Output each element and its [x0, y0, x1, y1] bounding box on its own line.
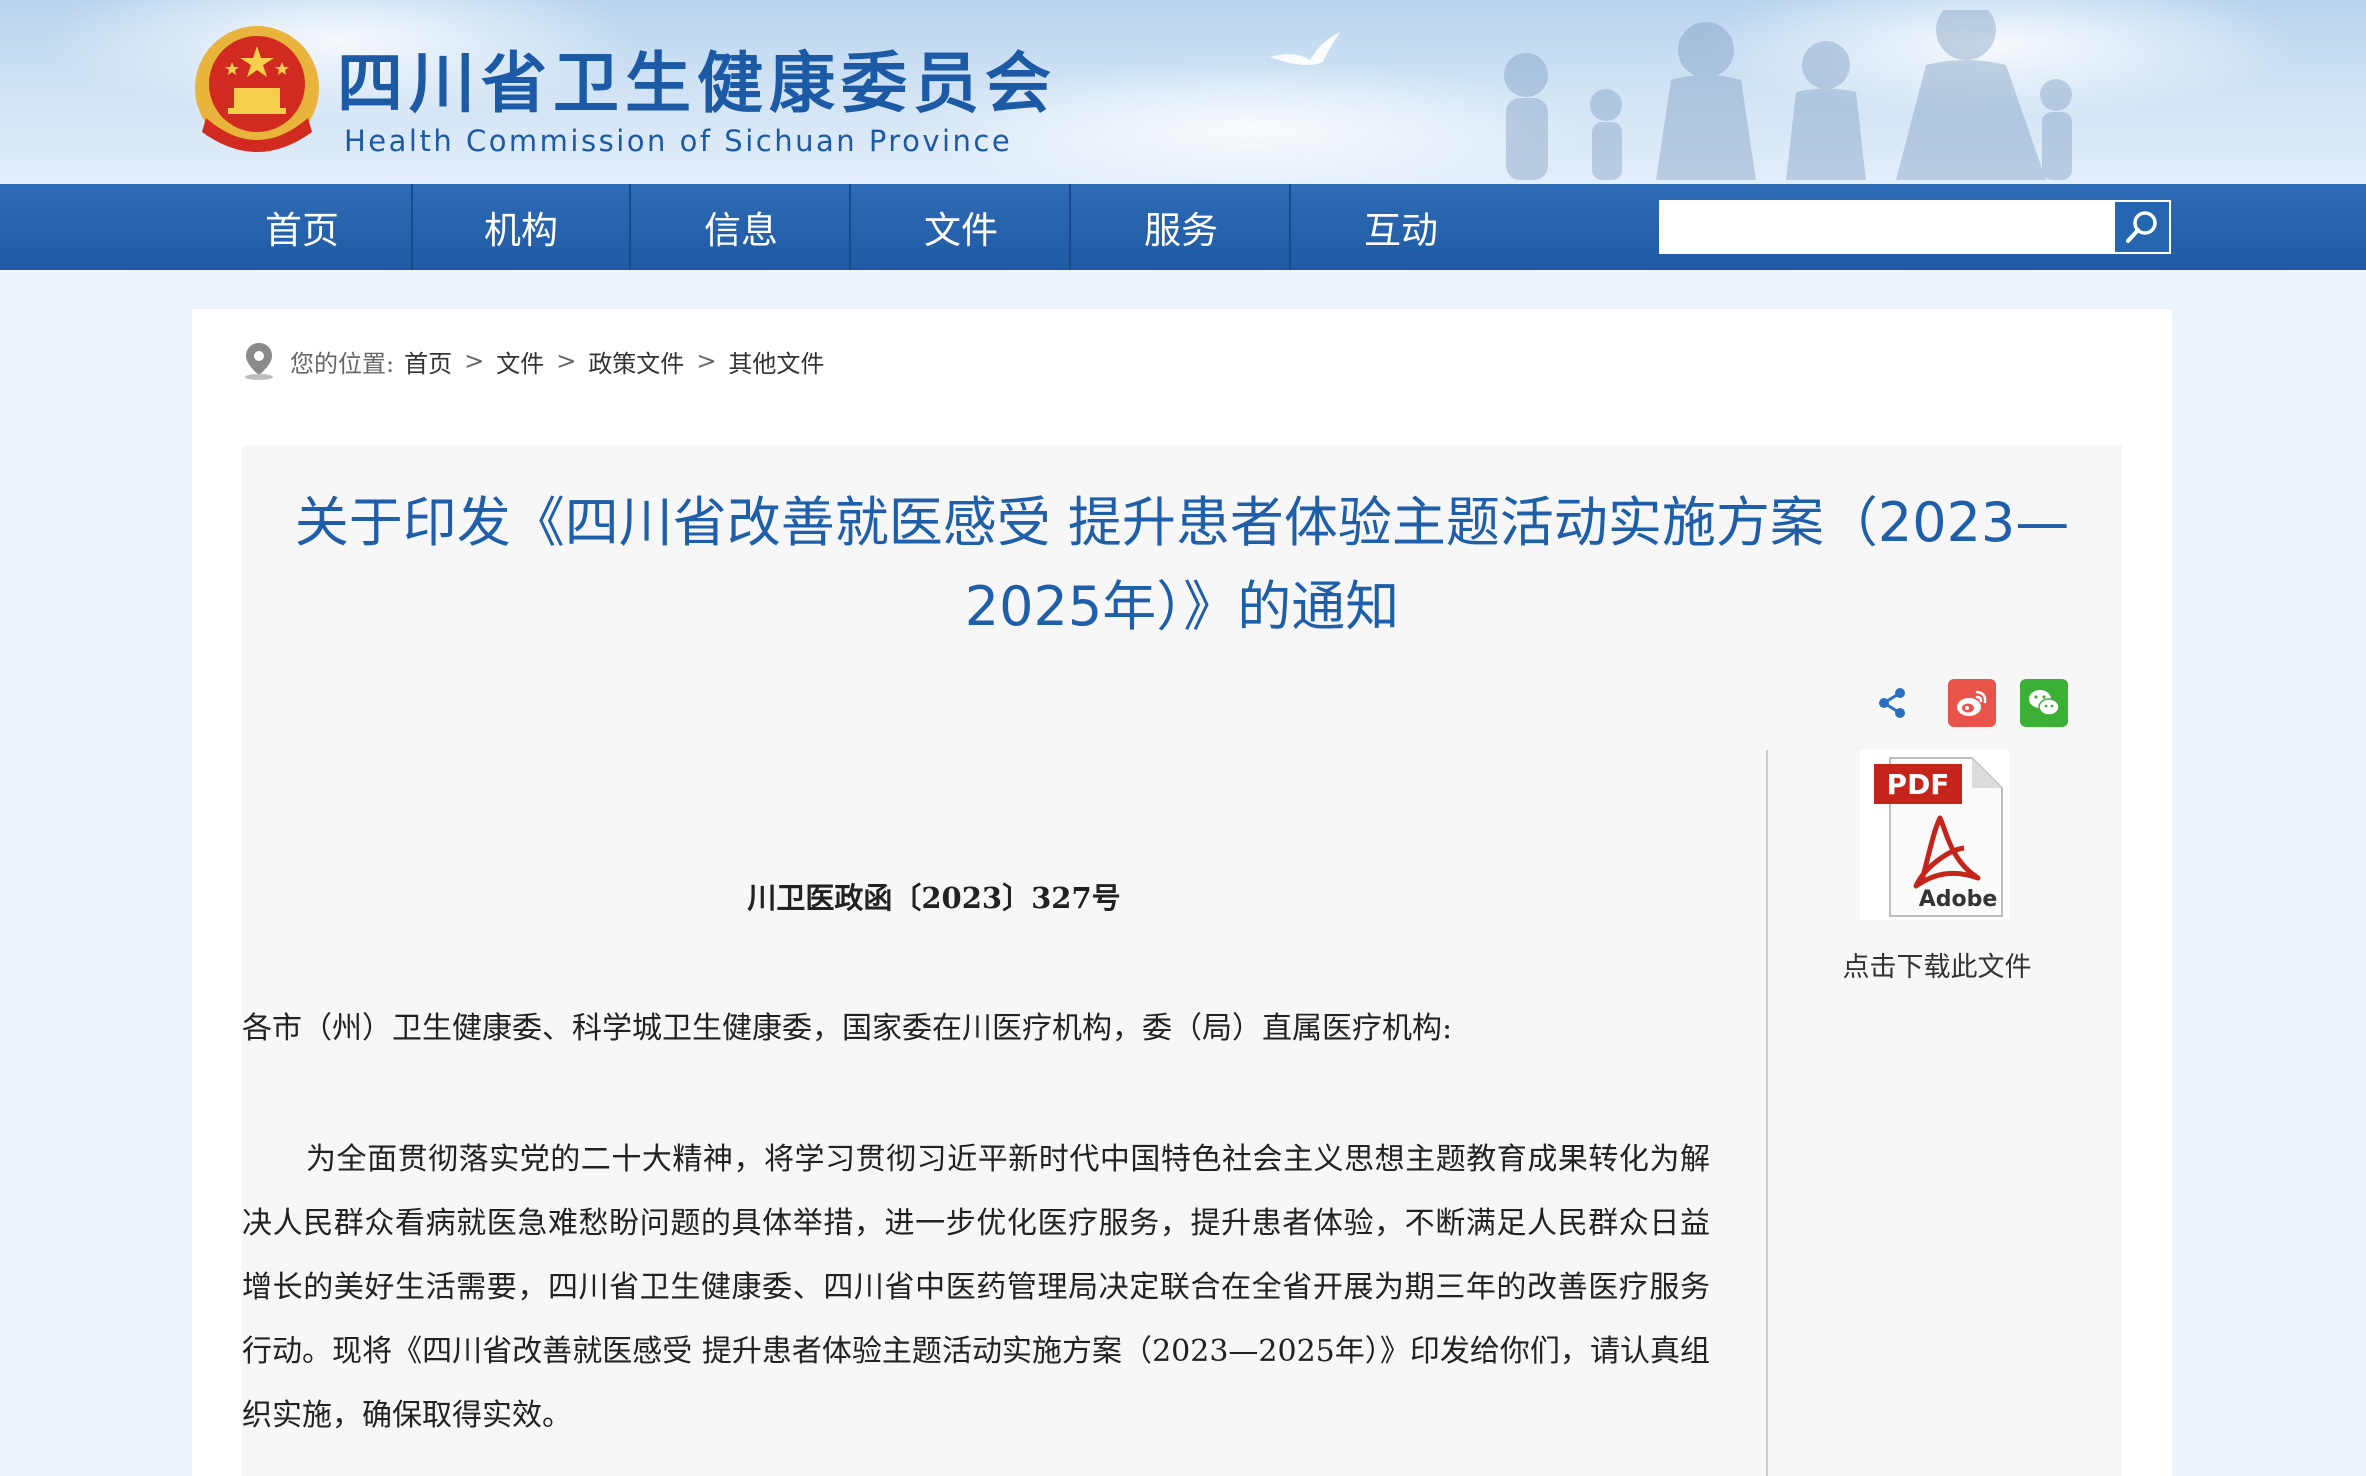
breadcrumb-separator: >: [464, 347, 485, 375]
weibo-icon: [1957, 690, 1987, 716]
breadcrumb-other-documents[interactable]: 其他文件: [728, 344, 824, 379]
share-button[interactable]: [1868, 679, 1916, 727]
pdf-download-icon-button[interactable]: PDF Adobe: [1860, 750, 2010, 920]
wechat-share-button[interactable]: [2020, 679, 2068, 727]
article-body: 为全面贯彻落实党的二十大精神，将学习贯彻习近平新时代中国特色社会主义思想主题教育…: [242, 1142, 1710, 1433]
site-header: 四川省卫生健康委员会 Health Commission of Sichuan …: [0, 0, 2366, 184]
content-divider: [1766, 750, 1768, 1476]
wechat-icon: [2029, 690, 2060, 716]
nav-item-interaction[interactable]: 互动: [1291, 184, 1511, 270]
search-button[interactable]: [2113, 200, 2171, 254]
search-input[interactable]: [1659, 200, 2115, 254]
download-file-link[interactable]: 点击下载此文件: [1797, 945, 2077, 984]
breadcrumb: 您的位置: 首页 > 文件 > 政策文件 > 其他文件: [242, 339, 824, 383]
national-emblem-logo: [195, 26, 319, 152]
breadcrumb-separator: >: [696, 347, 717, 375]
dove-decoration: [1270, 32, 1340, 66]
document-number: 川卫医政函〔2023〕327号: [747, 881, 1121, 915]
search-icon: [2126, 211, 2157, 243]
nav-item-information[interactable]: 信息: [631, 184, 851, 270]
family-silhouette-decoration: [1504, 10, 2072, 180]
nav-item-services[interactable]: 服务: [1071, 184, 1291, 270]
breadcrumb-policy-documents[interactable]: 政策文件: [588, 344, 684, 379]
main-content: 您的位置: 首页 > 文件 > 政策文件 > 其他文件 关于印发《四川省改善就医…: [192, 309, 2172, 1476]
share-icon: [1879, 688, 1905, 718]
breadcrumb-documents[interactable]: 文件: [496, 344, 544, 379]
nav-item-organization[interactable]: 机构: [411, 184, 631, 270]
breadcrumb-label: 您的位置:: [290, 349, 395, 378]
location-pin-icon: [245, 343, 273, 380]
site-subtitle: Health Commission of Sichuan Province: [344, 124, 1013, 158]
nav-item-documents[interactable]: 文件: [851, 184, 1071, 270]
breadcrumb-separator: >: [556, 347, 577, 375]
pdf-file-icon: PDF Adobe: [1874, 757, 2003, 917]
article-panel: 关于印发《四川省改善就医感受 提升患者体验主题活动实施方案（2023—2025年…: [242, 445, 2122, 1476]
article-title: 关于印发《四川省改善就医感受 提升患者体验主题活动实施方案（2023—2025年…: [294, 491, 2070, 638]
weibo-share-button[interactable]: [1948, 679, 1996, 727]
pdf-badge-text: PDF: [1887, 768, 1950, 801]
addressee-line: 各市（州）卫生健康委、科学城卫生健康委，国家委在川医疗机构，委（局）直属医疗机构…: [242, 1011, 1453, 1046]
breadcrumb-home[interactable]: 首页: [404, 344, 452, 379]
nav-item-home[interactable]: 首页: [192, 184, 412, 270]
adobe-brand-text: Adobe: [1919, 887, 1998, 912]
site-title: 四川省卫生健康委员会: [337, 45, 1057, 122]
